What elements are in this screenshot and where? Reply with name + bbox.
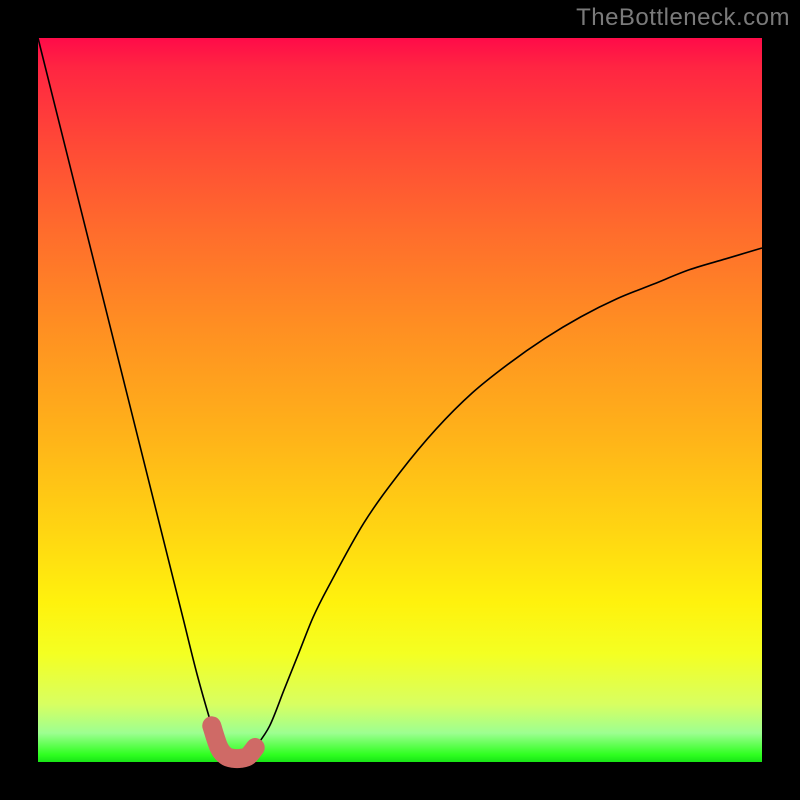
chart-root: TheBottleneck.com (0, 0, 800, 800)
bottleneck-curve (38, 38, 762, 759)
optimal-range-marker (212, 726, 255, 759)
plot-area (38, 38, 762, 762)
watermark-text: TheBottleneck.com (576, 4, 790, 32)
curve-svg (38, 38, 762, 762)
